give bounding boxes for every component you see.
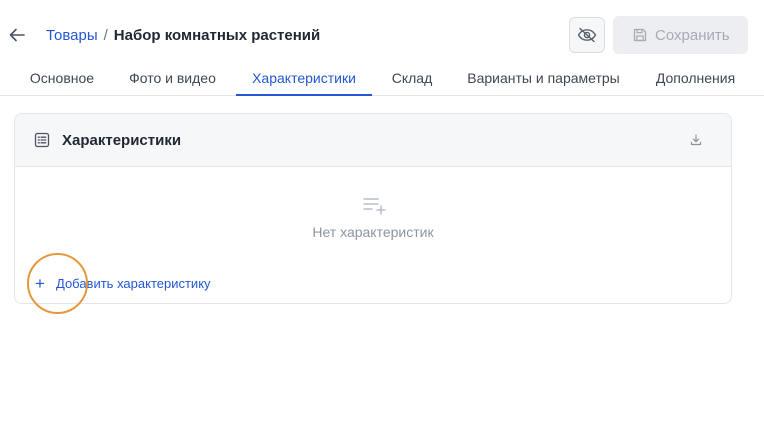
- page-title: Набор комнатных растений: [113, 27, 321, 44]
- toggle-visibility-button[interactable]: [569, 17, 605, 53]
- back-button[interactable]: [7, 24, 27, 46]
- characteristics-card: Характеристики Нет характеристик + Добав…: [14, 113, 732, 304]
- tab-variants-parameters[interactable]: Варианты и параметры: [457, 62, 630, 96]
- download-button[interactable]: [687, 131, 705, 149]
- save-button[interactable]: Сохранить: [613, 16, 748, 54]
- tab-photo-video[interactable]: Фото и видео: [120, 62, 225, 96]
- add-characteristic-button[interactable]: + Добавить характеристику: [35, 275, 211, 293]
- download-icon: [690, 134, 702, 146]
- plus-icon: +: [35, 274, 45, 293]
- eye-off-icon: [577, 27, 597, 43]
- tab-warehouse[interactable]: Склад: [384, 62, 440, 96]
- list-add-icon: [363, 198, 386, 215]
- breadcrumb-link-products[interactable]: Товары: [46, 27, 98, 44]
- tab-bar: Основное Фото и видео Характеристики Скл…: [0, 62, 764, 96]
- card-title: Характеристики: [62, 132, 182, 149]
- tab-characteristics[interactable]: Характеристики: [236, 62, 372, 96]
- breadcrumb-separator: /: [103, 27, 108, 44]
- add-characteristic-label: Добавить характеристику: [56, 276, 211, 291]
- breadcrumb: Товары / Набор комнатных растений: [46, 26, 320, 46]
- page-header: Товары / Набор комнатных растений Сохранит…: [0, 0, 764, 62]
- save-button-label: Сохранить: [655, 26, 730, 44]
- empty-state-text: Нет характеристик: [312, 224, 434, 240]
- list-icon: [34, 132, 50, 148]
- tab-basic[interactable]: Основное: [17, 62, 107, 96]
- card-header: Характеристики: [15, 114, 731, 167]
- floppy-disk-icon: [633, 28, 647, 42]
- tab-extras[interactable]: Дополнения: [648, 62, 743, 96]
- arrow-left-icon: [9, 28, 25, 42]
